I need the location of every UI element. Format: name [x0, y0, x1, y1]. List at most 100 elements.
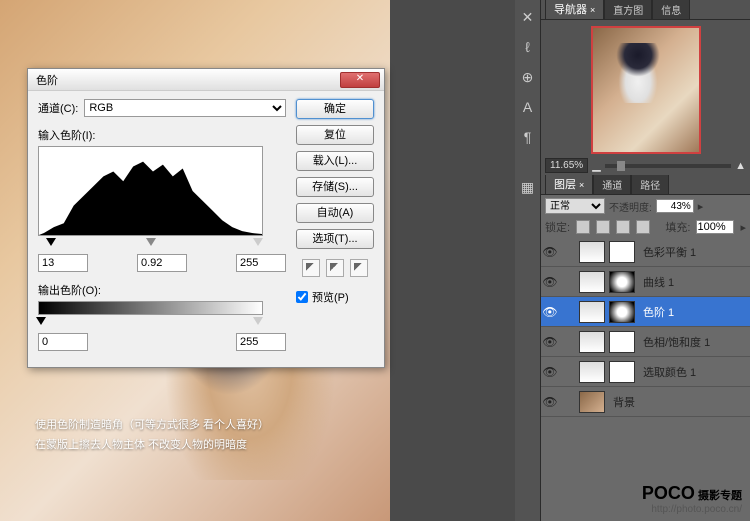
zoom-in-icon[interactable]: ▲	[735, 160, 746, 172]
reset-button[interactable]: 复位	[296, 125, 374, 145]
preview-checkbox[interactable]	[296, 291, 308, 303]
visibility-eye-icon[interactable]: 👁	[543, 305, 557, 319]
layer-mask-thumb[interactable]	[609, 361, 635, 383]
tool-strip: ✕ ℓ ⊕ A ¶ ▦	[515, 0, 541, 521]
opacity-field[interactable]	[656, 199, 694, 213]
tab-info[interactable]: 信息	[652, 0, 690, 19]
histogram[interactable]	[38, 146, 263, 236]
layer-row[interactable]: 👁 色阶 1	[541, 297, 750, 327]
load-button[interactable]: 载入(L)...	[296, 151, 374, 171]
layer-row[interactable]: 👁 色相/饱和度 1	[541, 327, 750, 357]
layers-icon[interactable]: ▦	[519, 178, 537, 196]
lock-paint-icon[interactable]	[596, 220, 610, 234]
output-black-field[interactable]	[38, 333, 88, 351]
lock-all-icon[interactable]	[636, 220, 650, 234]
white-point-handle[interactable]	[253, 238, 263, 246]
output-white-field[interactable]	[236, 333, 286, 351]
adjustment-thumb[interactable]	[579, 241, 605, 263]
opacity-arrow-icon[interactable]: ▸	[698, 200, 704, 213]
adjustment-thumb[interactable]	[579, 301, 605, 323]
input-black-field[interactable]	[38, 254, 88, 272]
zoom-out-icon[interactable]: ▁	[592, 159, 600, 172]
tab-layers[interactable]: 图层×	[545, 173, 593, 194]
layer-row[interactable]: 👁 选取颜色 1	[541, 357, 750, 387]
adjustment-thumb[interactable]	[579, 331, 605, 353]
output-gradient	[38, 301, 263, 315]
navigator-thumbnail[interactable]	[591, 26, 701, 154]
layer-name[interactable]: 曲线 1	[639, 274, 748, 290]
layer-list: 👁 色彩平衡 1 👁 曲线 1 👁 色阶 1 👁 色相/饱和度 1 👁 选取颜色 1 👁 背景	[541, 237, 750, 521]
navigator-tabs: 导航器× 直方图 信息	[541, 0, 750, 20]
layer-name[interactable]: 背景	[609, 394, 748, 410]
options-button[interactable]: 选项(T)...	[296, 229, 374, 249]
fill-field[interactable]	[696, 220, 734, 234]
out-black-handle[interactable]	[36, 317, 46, 325]
paragraph-icon[interactable]: ¶	[519, 128, 537, 146]
adjustment-thumb[interactable]	[579, 361, 605, 383]
layers-tabs: 图层× 通道 路径	[541, 175, 750, 195]
blend-mode-select[interactable]: 正常	[545, 198, 605, 214]
adjustment-thumb[interactable]	[579, 271, 605, 293]
input-white-field[interactable]	[236, 254, 286, 272]
layer-row[interactable]: 👁 色彩平衡 1	[541, 237, 750, 267]
caption-line: 在蒙版上擦去人物主体 不改变人物的明暗度	[35, 436, 269, 456]
save-button[interactable]: 存储(S)...	[296, 177, 374, 197]
ok-button[interactable]: 确定	[296, 99, 374, 119]
layer-mask-thumb[interactable]	[609, 271, 635, 293]
fill-arrow-icon[interactable]: ▸	[740, 221, 746, 234]
preview-label: 预览(P)	[312, 289, 349, 305]
lock-transparent-icon[interactable]	[576, 220, 590, 234]
input-slider[interactable]	[38, 238, 263, 250]
clone-icon[interactable]: ⊕	[519, 68, 537, 86]
layer-name[interactable]: 色相/饱和度 1	[639, 334, 748, 350]
lock-move-icon[interactable]	[616, 220, 630, 234]
tab-channels[interactable]: 通道	[593, 174, 631, 194]
auto-button[interactable]: 自动(A)	[296, 203, 374, 223]
brush-icon[interactable]: ℓ	[519, 38, 537, 56]
input-gamma-field[interactable]	[137, 254, 187, 272]
dialog-titlebar[interactable]: 色阶 ✕	[28, 69, 384, 91]
visibility-eye-icon[interactable]: 👁	[543, 365, 557, 379]
layer-name[interactable]: 选取颜色 1	[639, 364, 748, 380]
tab-paths[interactable]: 路径	[631, 174, 669, 194]
image-thumb[interactable]	[579, 391, 605, 413]
layer-name[interactable]: 色彩平衡 1	[639, 244, 748, 260]
layer-mask-thumb[interactable]	[609, 331, 635, 353]
eyedropper-white-icon[interactable]	[350, 259, 368, 277]
eyedropper-gray-icon[interactable]	[326, 259, 344, 277]
zoom-slider[interactable]	[605, 164, 731, 168]
tab-navigator[interactable]: 导航器×	[545, 0, 604, 19]
layer-row[interactable]: 👁 曲线 1	[541, 267, 750, 297]
fill-label: 填充:	[665, 219, 690, 235]
eyedropper-black-icon[interactable]	[302, 259, 320, 277]
zoom-value[interactable]: 11.65%	[545, 158, 588, 173]
arrow-icon[interactable]: ✕	[519, 8, 537, 26]
channel-label: 通道(C):	[38, 100, 78, 116]
watermark: POCO 摄影专题 http://photo.poco.cn/	[642, 483, 742, 515]
lock-label: 锁定:	[545, 219, 570, 235]
out-white-handle[interactable]	[253, 317, 263, 325]
navigator-panel: 11.65% ▁ ▲	[541, 20, 750, 175]
tab-histogram[interactable]: 直方图	[604, 0, 652, 19]
black-point-handle[interactable]	[46, 238, 56, 246]
caption-line: 使用色阶制造暗角（可等方式很多 看个人喜好）	[35, 416, 269, 436]
layer-name[interactable]: 色阶 1	[639, 304, 748, 320]
text-icon[interactable]: A	[519, 98, 537, 116]
channel-select[interactable]: RGB	[84, 99, 286, 117]
visibility-eye-icon[interactable]: 👁	[543, 245, 557, 259]
gamma-handle[interactable]	[146, 238, 156, 246]
output-slider[interactable]	[38, 317, 263, 329]
visibility-eye-icon[interactable]: 👁	[543, 275, 557, 289]
input-levels-label: 输入色阶(I):	[38, 127, 286, 143]
layer-row[interactable]: 👁 背景	[541, 387, 750, 417]
layers-panel: 正常 不透明度: ▸ 锁定: 填充: ▸ 👁 色彩平衡 1 👁 曲线 1 👁 色阶 1 👁 色…	[541, 195, 750, 521]
output-levels-label: 输出色阶(O):	[38, 282, 286, 298]
visibility-eye-icon[interactable]: 👁	[543, 335, 557, 349]
visibility-eye-icon[interactable]: 👁	[543, 395, 557, 409]
close-button[interactable]: ✕	[340, 72, 380, 88]
layer-mask-thumb[interactable]	[609, 241, 635, 263]
opacity-label: 不透明度:	[609, 199, 652, 214]
layer-mask-thumb[interactable]	[609, 301, 635, 323]
levels-dialog: 色阶 ✕ 通道(C): RGB 输入色阶(I):	[27, 68, 385, 368]
dialog-title: 色阶	[32, 72, 340, 88]
